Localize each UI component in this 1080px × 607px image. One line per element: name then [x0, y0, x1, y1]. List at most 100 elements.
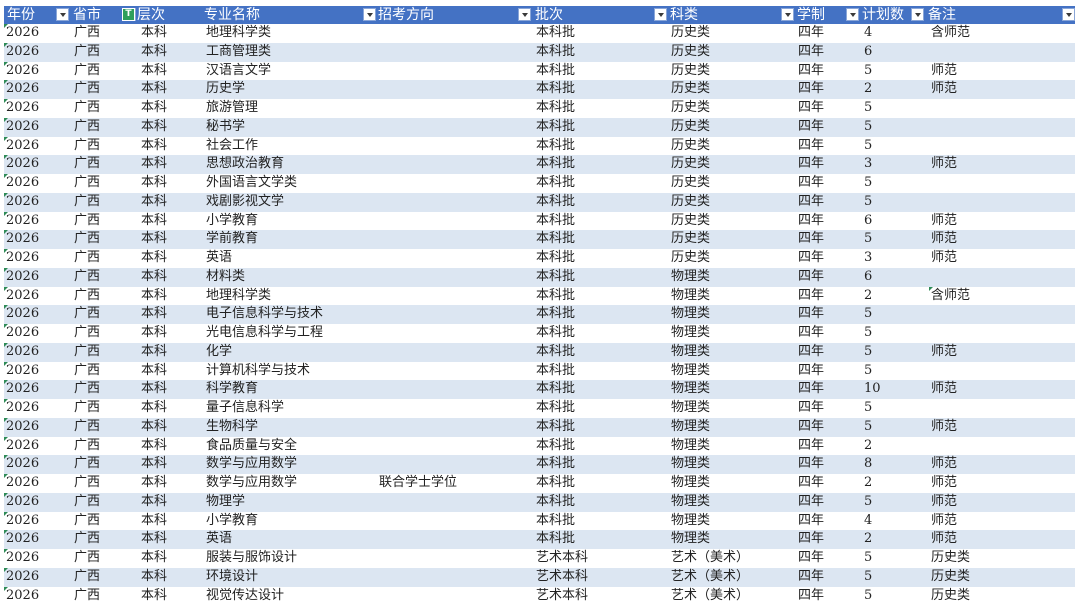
cell-major: 地理科学类: [206, 287, 272, 303]
cell-duration: 四年: [798, 512, 825, 528]
filter-dropdown-icon[interactable]: [846, 8, 859, 21]
cell-year: 2026: [6, 62, 40, 78]
table-row: 2026 广西 本科 科学教育 本科批 物理类 四年 10 师范: [4, 380, 1075, 399]
cell-year: 2026: [6, 25, 40, 40]
cell-year: 2026: [6, 381, 40, 397]
cell-duration: 四年: [798, 306, 825, 322]
cell-duration: 四年: [798, 475, 825, 490]
cell-category: 历史类: [671, 156, 711, 172]
cell-major: 地理科学类: [206, 25, 272, 40]
cell-level: 本科: [141, 62, 168, 78]
cell-batch: 本科批: [536, 512, 576, 528]
cell-plan-count: 2: [864, 437, 873, 453]
cell-plan-count: 6: [864, 43, 873, 59]
cell-plan-count: 6: [864, 268, 873, 284]
cell-level: 本科: [141, 306, 168, 322]
cell-notes: 师范: [931, 81, 958, 97]
cell-notes: 师范: [931, 381, 958, 397]
cell-year: 2026: [6, 325, 40, 340]
cell-province: 广西: [74, 325, 101, 340]
cell-level: 本科: [141, 418, 168, 434]
cell-level: 本科: [141, 512, 168, 528]
cell-plan-count: 5: [864, 118, 873, 134]
cell-batch: 本科批: [536, 137, 576, 153]
cell-year: 2026: [6, 212, 40, 228]
cell-province: 广西: [74, 568, 101, 584]
cell-level: 本科: [141, 81, 168, 97]
cell-notes: 师范: [931, 493, 958, 509]
filter-dropdown-icon[interactable]: [56, 8, 69, 21]
cell-notes: 师范: [931, 343, 958, 359]
cell-notes: 师范: [931, 456, 958, 472]
cell-category: 物理类: [671, 287, 711, 303]
cell-notes: 历史类: [931, 550, 971, 565]
cell-plan-count: 2: [864, 531, 873, 547]
spreadsheet: 年份 省市 层次 T 专业名称 招考方向 批次 科类 学制 计划数 备注 2026 广西 本科 地理科学类…: [4, 6, 1075, 603]
cell-level: 本科: [141, 118, 168, 134]
cell-duration: 四年: [798, 175, 825, 190]
header-direction: 招考方向: [378, 7, 434, 23]
cell-plan-count: 5: [864, 343, 873, 359]
cell-batch: 本科批: [536, 62, 576, 78]
cell-province: 广西: [74, 231, 101, 247]
cell-province: 广西: [74, 400, 101, 415]
cell-duration: 四年: [798, 343, 825, 359]
cell-category: 历史类: [671, 25, 711, 40]
cell-duration: 四年: [798, 250, 825, 265]
cell-plan-count: 5: [864, 193, 873, 209]
cell-level: 本科: [141, 325, 168, 340]
filter-dropdown-icon[interactable]: [654, 8, 667, 21]
cell-batch: 本科批: [536, 437, 576, 453]
cell-duration: 四年: [798, 118, 825, 134]
cell-level: 本科: [141, 381, 168, 397]
cell-province: 广西: [74, 550, 101, 565]
filter-dropdown-icon[interactable]: [911, 8, 924, 21]
filter-dropdown-icon[interactable]: [781, 8, 794, 21]
cell-batch: 本科批: [536, 156, 576, 172]
cell-category: 物理类: [671, 325, 711, 340]
cell-duration: 四年: [798, 456, 825, 472]
table-row: 2026 广西 本科 计算机科学与技术 本科批 物理类 四年 5: [4, 361, 1075, 381]
table-row: 2026 广西 本科 英语 本科批 物理类 四年 2 师范: [4, 530, 1075, 549]
cell-level: 本科: [141, 493, 168, 509]
cell-batch: 艺术本科: [536, 587, 589, 603]
cell-category: 历史类: [671, 81, 711, 97]
filter-dropdown-icon[interactable]: [1062, 8, 1075, 21]
cell-level: 本科: [141, 550, 168, 565]
cell-level: 本科: [141, 568, 168, 584]
cell-year: 2026: [6, 156, 40, 172]
cell-level: 本科: [141, 212, 168, 228]
table-row: 2026 广西 本科 戏剧影视文学 本科批 历史类 四年 5: [4, 192, 1075, 212]
cell-duration: 四年: [798, 137, 825, 153]
header-row: 年份 省市 层次 T 专业名称 招考方向 批次 科类 学制 计划数 备注: [4, 6, 1075, 24]
cell-notes: 师范: [931, 475, 958, 490]
cell-major: 光电信息科学与工程: [206, 325, 324, 340]
cell-plan-count: 3: [864, 156, 873, 172]
cell-province: 广西: [74, 587, 101, 603]
cell-year: 2026: [6, 81, 40, 97]
cell-year: 2026: [6, 568, 40, 584]
cell-category: 物理类: [671, 362, 711, 378]
cell-duration: 四年: [798, 287, 825, 303]
cell-level: 本科: [141, 400, 168, 415]
cell-year: 2026: [6, 231, 40, 247]
cell-notes: 历史类: [931, 587, 971, 603]
table-row: 2026 广西 本科 思想政治教育 本科批 历史类 四年 3 师范: [4, 155, 1075, 174]
cell-province: 广西: [74, 362, 101, 378]
cell-notes: 历史类: [931, 568, 971, 584]
cell-batch: 本科批: [536, 531, 576, 547]
cell-plan-count: 2: [864, 475, 873, 490]
cell-major: 秘书学: [206, 118, 246, 134]
filter-active-icon[interactable]: T: [122, 8, 135, 21]
cell-duration: 四年: [798, 212, 825, 228]
cell-duration: 四年: [798, 381, 825, 397]
cell-plan-count: 5: [864, 62, 873, 78]
filter-dropdown-icon[interactable]: [518, 8, 531, 21]
cell-notes: 师范: [931, 62, 958, 78]
cell-major: 物理学: [206, 493, 246, 509]
cell-batch: 本科批: [536, 25, 576, 40]
table-row: 2026 广西 本科 量子信息科学 本科批 物理类 四年 5: [4, 399, 1075, 418]
cell-major: 服装与服饰设计: [206, 550, 298, 565]
cell-level: 本科: [141, 100, 168, 115]
cell-category: 历史类: [671, 62, 711, 78]
